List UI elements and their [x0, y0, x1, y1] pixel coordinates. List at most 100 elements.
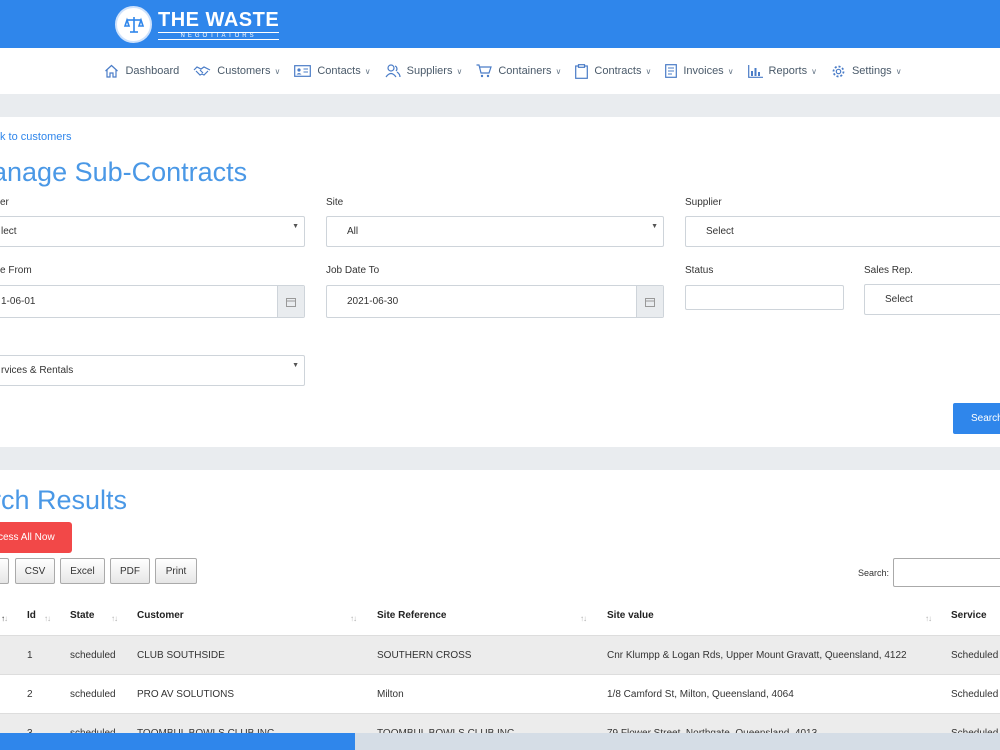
scrollbar-thumb[interactable]: [0, 733, 355, 750]
status-label: Status: [685, 265, 714, 276]
supplier-select[interactable]: Select: [685, 216, 1000, 247]
site-select-value: All: [347, 226, 359, 237]
horizontal-scrollbar[interactable]: [0, 733, 1000, 750]
sort-icon[interactable]: ↑↓: [44, 614, 51, 623]
sort-icon[interactable]: ↑↓: [580, 614, 587, 623]
nav-dashboard-label: Dashboard: [125, 65, 180, 77]
nav-settings-label: Settings: [851, 65, 892, 77]
table-row[interactable]: 2 scheduled PRO AV SOLUTIONS Milton 1/8 …: [0, 674, 1000, 713]
cell-customer: PRO AV SOLUTIONS: [137, 689, 235, 700]
gear-icon: [832, 65, 845, 77]
chevron-down-icon: ∨: [456, 66, 463, 76]
home-icon: [105, 64, 119, 78]
cell-state: scheduled: [70, 689, 116, 700]
bar-chart-icon: [747, 64, 763, 78]
sort-icon[interactable]: ↑↓: [350, 614, 357, 623]
nav-invoices[interactable]: Invoices ∨: [665, 64, 734, 78]
sort-icon[interactable]: ↑↓: [925, 614, 932, 623]
results-title: rch Results: [0, 485, 128, 515]
cell-site-value: 1/8 Camford St, Milton, Queensland, 4064: [607, 689, 794, 700]
service-type-select[interactable]: rvices & Rentals ▼: [0, 355, 305, 386]
dropdown-caret-icon: ▼: [292, 362, 299, 369]
nav-containers-label: Containers: [498, 65, 552, 77]
column-header-site-reference[interactable]: Site Reference: [377, 610, 446, 621]
column-header-service[interactable]: Service: [951, 610, 987, 621]
nav-dashboard[interactable]: Dashboard: [104, 64, 179, 78]
chevron-down-icon: ∨: [895, 66, 902, 76]
nav-contracts[interactable]: Contracts ∨: [575, 63, 652, 79]
nav-suppliers-label: Suppliers: [406, 65, 453, 77]
service-type-value: rvices & Rentals: [1, 365, 74, 376]
sales-rep-select[interactable]: Select: [864, 284, 1000, 315]
nav-customers-label: Customers: [217, 65, 271, 77]
pdf-button[interactable]: PDF: [110, 558, 150, 584]
cell-state: scheduled: [70, 650, 116, 661]
site-select[interactable]: All ▼: [326, 216, 664, 247]
cell-customer: CLUB SOUTHSIDE: [137, 650, 225, 661]
top-bar: THE WASTE NEGOTIATORS: [0, 0, 1000, 48]
nav-contacts-label: Contacts: [317, 65, 361, 77]
supplier-select-value: Select: [706, 226, 734, 237]
chevron-down-icon: ∨: [811, 66, 817, 76]
date-from-value: 1-06-01: [1, 296, 36, 307]
filters-panel: k to customers anage Sub-Contracts er le…: [0, 117, 1000, 447]
column-header-id[interactable]: Id: [27, 610, 36, 621]
csv-button[interactable]: CSV: [15, 558, 55, 584]
users-icon: [385, 64, 401, 78]
excel-button[interactable]: Excel: [60, 558, 105, 584]
customer-select[interactable]: lect ▼: [0, 216, 305, 247]
nav-settings[interactable]: Settings ∨: [831, 64, 902, 79]
nav-containers[interactable]: Containers ∨: [476, 64, 561, 78]
sort-icon[interactable]: ↑↓: [1, 614, 8, 623]
clipboard-icon: [575, 63, 589, 79]
sort-icon[interactable]: ↑↓: [111, 614, 118, 623]
nav-contracts-label: Contracts: [594, 65, 642, 77]
chevron-down-icon: ∨: [274, 66, 281, 76]
date-to-input[interactable]: 2021-06-30: [326, 285, 664, 318]
scales-icon: [115, 6, 152, 43]
column-header-state[interactable]: State: [70, 610, 94, 621]
sales-rep-select-value: Select: [885, 294, 913, 305]
brand-name: THE WASTE: [158, 9, 280, 31]
handshake-icon: [193, 66, 211, 76]
cell-service: Scheduled: [951, 650, 999, 661]
customer-label: er: [0, 197, 9, 208]
cell-site-reference: SOUTHERN CROSS: [377, 650, 472, 661]
copy-button[interactable]: [0, 558, 9, 584]
table-row[interactable]: 1 scheduled CLUB SOUTHSIDE SOUTHERN CROS…: [0, 635, 1000, 674]
chevron-down-icon: ∨: [555, 66, 562, 76]
nav-reports[interactable]: Reports ∨: [747, 64, 817, 78]
nav-customers[interactable]: Customers ∨: [193, 65, 280, 77]
column-header-site-value[interactable]: Site value: [607, 610, 654, 621]
back-to-customers-link[interactable]: k to customers: [0, 131, 72, 143]
chevron-down-icon: ∨: [364, 66, 371, 76]
brand-logo[interactable]: THE WASTE NEGOTIATORS: [115, 6, 280, 43]
cell-site-reference: Milton: [377, 689, 404, 700]
chevron-down-icon: ∨: [727, 66, 734, 76]
table-search-input[interactable]: [893, 558, 1000, 587]
calendar-icon[interactable]: [636, 286, 663, 317]
calendar-icon[interactable]: [277, 286, 304, 317]
cell-service: Scheduled: [951, 689, 999, 700]
nav-suppliers[interactable]: Suppliers ∨: [385, 64, 463, 78]
document-icon: [665, 64, 678, 78]
supplier-label: Supplier: [685, 197, 722, 208]
date-from-input[interactable]: 1-06-01: [0, 285, 305, 318]
nav-contacts[interactable]: Contacts ∨: [294, 65, 371, 77]
id-card-icon: [294, 65, 312, 77]
column-header-customer[interactable]: Customer: [137, 610, 184, 621]
results-panel: rch Results cess All Now CSV Excel PDF P…: [0, 470, 1000, 750]
print-button[interactable]: Print: [155, 558, 197, 584]
main-nav: Dashboard Customers ∨ Contacts ∨ Suppliers…: [0, 48, 1000, 94]
process-all-button[interactable]: cess All Now: [0, 522, 72, 553]
site-label: Site: [326, 197, 344, 208]
cell-id: 2: [27, 689, 33, 700]
dropdown-caret-icon: ▼: [651, 223, 658, 230]
search-button[interactable]: Search: [953, 403, 1000, 434]
chevron-down-icon: ∨: [645, 66, 652, 76]
table-search-label: Search:: [858, 568, 890, 578]
dropdown-caret-icon: ▼: [292, 223, 299, 230]
cell-site-value: Cnr Klumpp & Logan Rds, Upper Mount Grav…: [607, 650, 907, 661]
status-input[interactable]: [685, 285, 844, 310]
nav-reports-label: Reports: [768, 65, 808, 77]
